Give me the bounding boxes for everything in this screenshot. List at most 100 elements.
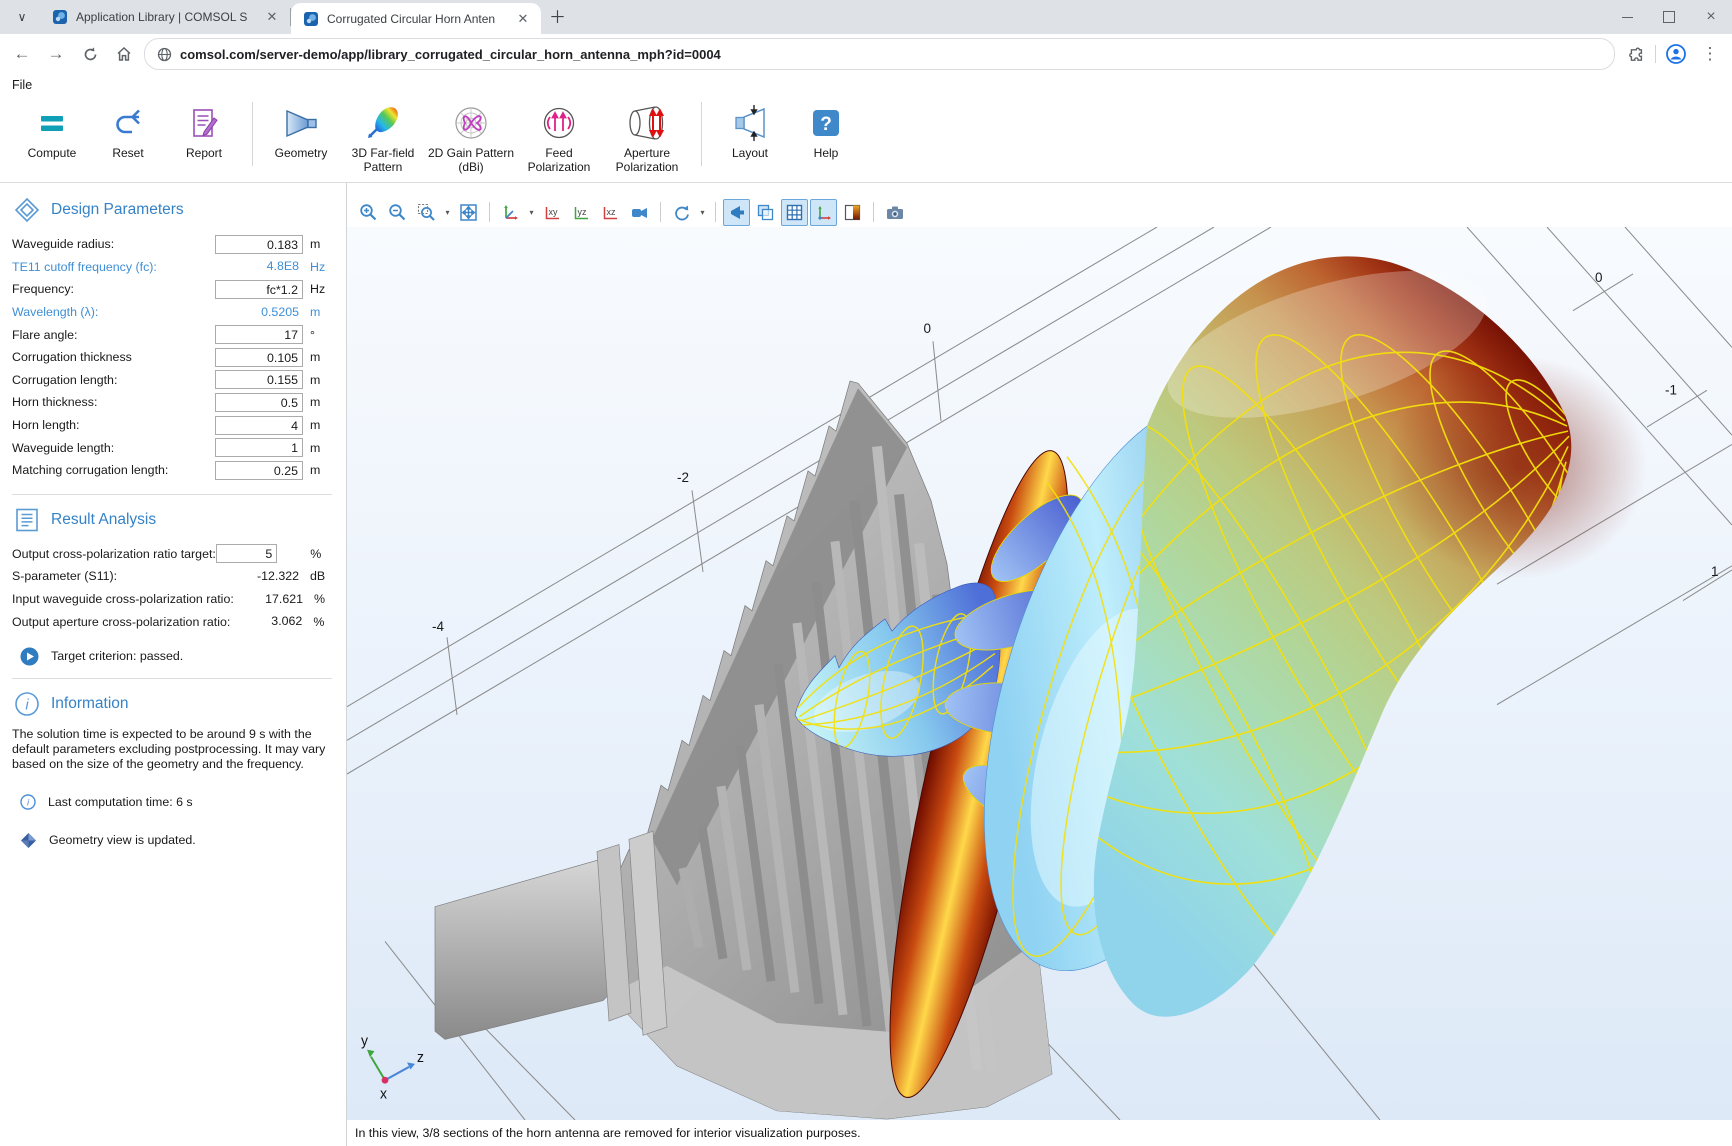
farfield-balloon — [924, 241, 1650, 1017]
scene-light-icon[interactable] — [626, 199, 653, 226]
parameter-unit: % — [303, 547, 332, 561]
geometry-button[interactable]: Geometry — [263, 96, 339, 182]
home-icon[interactable] — [110, 40, 138, 68]
zoom-box-dropdown[interactable]: ▾ — [442, 208, 453, 217]
rotate-dropdown[interactable]: ▾ — [697, 208, 708, 217]
parameter-unit: ° — [303, 328, 332, 342]
parameter-label: Wavelength (λ): — [12, 305, 215, 319]
parameter-input[interactable]: 0.155 — [215, 370, 303, 389]
parameter-label: Waveguide length: — [12, 441, 215, 455]
svg-text:y: y — [361, 1032, 369, 1048]
parameter-row: Waveguide length: 1 m — [12, 436, 332, 459]
url-bar[interactable]: comsol.com/server-demo/app/library_corru… — [144, 38, 1615, 70]
aperture-polarization-button[interactable]: Aperture Polarization — [603, 96, 691, 182]
comsol-favicon-icon — [52, 9, 68, 25]
default-view-icon[interactable] — [497, 199, 524, 226]
graphics-scene-3d[interactable]: 0 -2 -4 0 -1 1 — [347, 227, 1732, 1120]
result-analysis-rows: Output cross-polarization ratio target: … — [12, 543, 332, 633]
farfield-3d-icon — [363, 102, 403, 144]
reset-button[interactable]: Reset — [90, 96, 166, 182]
info-item-text: Geometry view is updated. — [49, 833, 196, 847]
forward-icon[interactable]: → — [42, 40, 70, 68]
tab-close-icon[interactable]: ✕ — [515, 11, 531, 27]
help-button[interactable]: ? Help — [788, 96, 864, 182]
svg-text:z: z — [417, 1049, 424, 1065]
parameter-row: Corrugation length: 0.155 m — [12, 369, 332, 392]
parameter-input[interactable]: 0.25 — [215, 461, 303, 480]
grid-toggle-icon[interactable] — [781, 199, 808, 226]
tab-title: Application Library | COMSOL S — [76, 10, 256, 24]
parameter-unit: m — [303, 463, 332, 477]
svg-text:i: i — [27, 798, 30, 809]
toolbar-separator — [660, 202, 661, 222]
xy-view-icon[interactable]: xy — [539, 199, 566, 226]
toolbar-separator — [873, 202, 874, 222]
close-window-button[interactable]: × — [1690, 2, 1732, 32]
profile-icon[interactable] — [1662, 40, 1690, 68]
last-computation-time: i Last computation time: 6 s — [20, 794, 332, 810]
parameter-input[interactable]: 1 — [215, 438, 303, 457]
parameter-label: Flare angle: — [12, 328, 215, 342]
file-menu[interactable]: File — [12, 78, 32, 92]
minimize-button[interactable] — [1606, 2, 1648, 32]
back-icon[interactable]: ← — [8, 40, 36, 68]
browser-tab-application-library[interactable]: Application Library | COMSOL S ✕ — [40, 0, 290, 34]
report-button[interactable]: Report — [166, 96, 242, 182]
default-view-dropdown[interactable]: ▾ — [526, 208, 537, 217]
zoom-in-icon[interactable] — [355, 199, 382, 226]
parameter-input[interactable]: 5 — [216, 544, 277, 563]
parameter-label: Horn thickness: — [12, 395, 215, 409]
svg-text:xy: xy — [549, 207, 559, 217]
tab-close-icon[interactable]: ✕ — [264, 9, 280, 25]
zoom-extents-icon[interactable] — [455, 199, 482, 226]
gain-2d-button[interactable]: 2D Gain Pattern (dBi) — [427, 96, 515, 182]
section-title: Information — [51, 695, 129, 713]
feed-polarization-button[interactable]: Feed Polarization — [515, 96, 603, 182]
parameter-input[interactable]: 0.5 — [215, 393, 303, 412]
parameter-unit: dB — [303, 569, 332, 583]
chrome-divider — [1655, 45, 1656, 63]
svg-text:-1: -1 — [1665, 382, 1677, 397]
parameter-label: Corrugation thickness — [12, 350, 215, 364]
geometry-visibility-icon[interactable] — [723, 199, 750, 226]
status-text: Target criterion: passed. — [51, 649, 183, 663]
parameter-label: Matching corrugation length: — [12, 463, 215, 477]
parameter-input[interactable]: fc*1.2 — [215, 280, 303, 299]
parameter-input[interactable]: 0.183 — [215, 235, 303, 254]
extensions-puzzle-icon[interactable] — [1621, 40, 1649, 68]
zoom-box-icon[interactable] — [413, 199, 440, 226]
rotate-icon[interactable] — [668, 199, 695, 226]
tab-search-chevron-icon[interactable]: ∨ — [8, 3, 36, 31]
browser-tab-horn-antenna[interactable]: Corrugated Circular Horn Anten ✕ — [291, 3, 541, 34]
parameter-unit: m — [303, 237, 332, 251]
parameter-row: Matching corrugation length: 0.25 m — [12, 459, 332, 482]
geometry-icon — [281, 102, 321, 144]
layout-button[interactable]: Layout — [712, 96, 788, 182]
color-legend-icon[interactable] — [839, 199, 866, 226]
transparency-icon[interactable] — [752, 199, 779, 226]
browser-navbar: ← → comsol.com/server-demo/app/library_c… — [0, 34, 1732, 74]
parameter-input[interactable]: 4 — [215, 416, 303, 435]
maximize-button[interactable] — [1648, 2, 1690, 32]
section-divider — [12, 678, 332, 679]
axes-toggle-icon[interactable] — [810, 199, 837, 226]
browser-menu-dots-icon[interactable]: ⋮ — [1696, 40, 1724, 68]
window-controls: × — [1606, 0, 1732, 34]
reset-icon — [110, 102, 146, 144]
parameter-unit: m — [303, 350, 332, 364]
new-tab-button[interactable]: ＋ — [549, 3, 566, 28]
parameter-row: Waveguide radius: 0.183 m — [12, 233, 332, 256]
parameter-input[interactable]: 0.105 — [215, 348, 303, 367]
zoom-out-icon[interactable] — [384, 199, 411, 226]
snapshot-camera-icon[interactable] — [881, 199, 908, 226]
geometry-updated-note: Geometry view is updated. — [20, 832, 332, 849]
xz-view-icon[interactable]: xz — [597, 199, 624, 226]
yz-view-icon[interactable]: yz — [568, 199, 595, 226]
toolbar-separator — [715, 202, 716, 222]
design-parameters-header: Design Parameters — [14, 197, 332, 223]
farfield-3d-button[interactable]: 3D Far-field Pattern — [339, 96, 427, 182]
compute-button[interactable]: Compute — [14, 96, 90, 182]
reload-icon[interactable] — [76, 40, 104, 68]
site-info-globe-icon[interactable] — [157, 47, 172, 62]
parameter-input[interactable]: 17 — [215, 325, 303, 344]
